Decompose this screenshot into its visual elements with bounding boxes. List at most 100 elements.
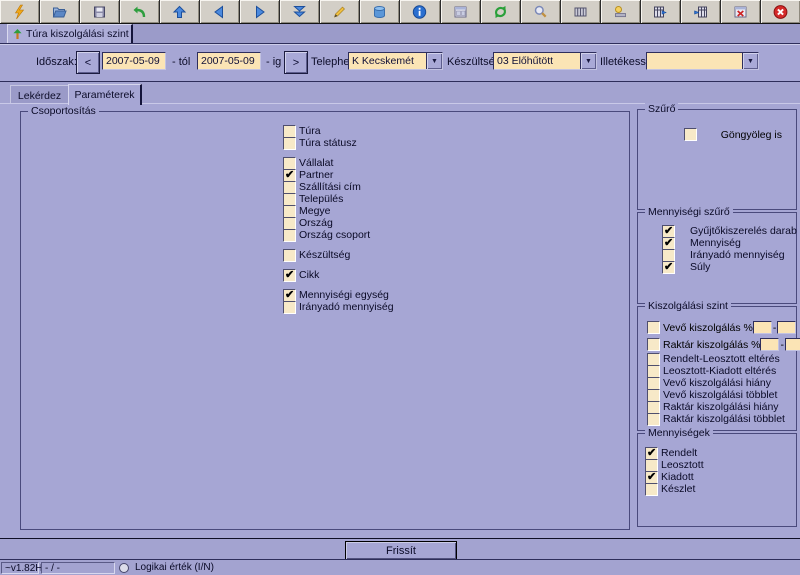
- date-from-input[interactable]: [102, 52, 166, 70]
- table-import-icon: [692, 4, 709, 20]
- refresh-icon: [492, 4, 509, 20]
- lamp-icon: [612, 4, 629, 20]
- form-window-icon: [452, 4, 469, 20]
- last-button[interactable]: [280, 0, 320, 23]
- edit-button[interactable]: [320, 0, 360, 23]
- grouping-row: Szállítási cím: [283, 181, 394, 193]
- checkbox[interactable]: [647, 321, 660, 334]
- checkbox-label: Vevő kiszolgálási többlet: [663, 389, 777, 401]
- site-combobox[interactable]: K Kecskemét ▼: [348, 52, 443, 70]
- save-button[interactable]: [80, 0, 120, 23]
- checkbox-label: Súly: [690, 261, 710, 273]
- exit-icon: [772, 4, 789, 20]
- double-down-arrow-icon: [291, 4, 308, 20]
- table-export-button[interactable]: [641, 0, 681, 23]
- grouping-checkbox-list: Túra Túra státusz Vállalat Partner Száll…: [283, 125, 394, 313]
- period-prev-button[interactable]: <: [76, 51, 100, 74]
- grouping-row: Megye: [283, 205, 394, 217]
- database-button[interactable]: [360, 0, 400, 23]
- service-level-list: Rendelt-Leosztott eltérés Leosztott-Kiad…: [647, 353, 792, 425]
- checkbox-label: Irányadó mennyiség: [299, 301, 394, 313]
- status-hint: Logikai érték (I/N): [135, 562, 214, 573]
- chevron-down-icon[interactable]: ▼: [580, 53, 596, 69]
- grouping-groupbox: Csoportosítás Túra Túra státusz Vállalat…: [20, 111, 630, 530]
- range-from-input[interactable]: [760, 338, 779, 351]
- grouping-row: Partner: [283, 169, 394, 181]
- grouping-row: Vállalat: [283, 157, 394, 169]
- checkbox[interactable]: [283, 249, 296, 262]
- quantities-row: Kiadott: [645, 471, 704, 483]
- checkbox-label: Leosztott-Kiadott eltérés: [663, 365, 776, 377]
- search-icon: [532, 4, 549, 20]
- grouping-row: Készültség: [283, 249, 394, 261]
- service-level-groupbox: Kiszolgálási szint Vevő kiszolgálás % -: [637, 306, 797, 431]
- window-tab-label: Túra kiszolgálási szint: [26, 28, 129, 40]
- competence-combobox[interactable]: ▼: [646, 52, 759, 70]
- open-folder-icon: [51, 4, 68, 20]
- checkbox[interactable]: [283, 269, 296, 282]
- readiness-combobox[interactable]: 03 Előhűtött ▼: [493, 52, 597, 70]
- checkbox[interactable]: [647, 413, 660, 426]
- range-to-input[interactable]: [785, 338, 800, 351]
- tab-parameters[interactable]: Paraméterek: [68, 84, 142, 105]
- service-level-range-row: Raktár kiszolgálás % -: [647, 336, 792, 353]
- service-level-range-list: Vevő kiszolgálás % - Raktár kiszolgálás …: [647, 319, 792, 353]
- table-import-button[interactable]: [681, 0, 721, 23]
- search-button[interactable]: [521, 0, 561, 23]
- exit-button[interactable]: [761, 0, 800, 23]
- period-label: Időszak:: [36, 56, 77, 68]
- undo-button[interactable]: [120, 0, 160, 23]
- save-icon: [91, 4, 108, 20]
- logic-radio-icon[interactable]: [119, 563, 129, 573]
- refresh-button[interactable]: [481, 0, 521, 23]
- range-to-input[interactable]: [777, 321, 796, 334]
- checkbox-label: Göngyöleg is: [721, 129, 782, 141]
- checkbox-label: Raktár kiszolgálás %: [663, 339, 760, 351]
- checkbox[interactable]: [283, 229, 296, 242]
- lightning-button[interactable]: [0, 0, 40, 23]
- chevron-down-icon[interactable]: ▼: [426, 53, 442, 69]
- checkbox[interactable]: [647, 338, 660, 351]
- grouping-title: Csoportosítás: [28, 105, 99, 117]
- checkbox-label: Készlet: [661, 483, 695, 495]
- tab-query[interactable]: Lekérdez: [10, 85, 69, 105]
- range-status: - / -: [41, 562, 115, 574]
- quantity-filter-list: Gyűjtőkiszerelés darab Mennyiség Irányad…: [662, 225, 797, 273]
- close-window-button[interactable]: [721, 0, 761, 23]
- checkbox[interactable]: [684, 128, 697, 141]
- filter-groupbox: Szűrő Göngyöleg is: [637, 109, 797, 210]
- prev-button[interactable]: [200, 0, 240, 23]
- info-button[interactable]: [400, 0, 440, 23]
- checkbox-label: Mennyiség: [690, 237, 741, 249]
- open-button[interactable]: [40, 0, 80, 23]
- chevron-down-icon[interactable]: ▼: [742, 53, 758, 69]
- checkbox[interactable]: [645, 483, 658, 496]
- quantity-filter-row: Mennyiség: [662, 237, 797, 249]
- window-tab[interactable]: Túra kiszolgálási szint: [7, 24, 133, 43]
- range-from-input[interactable]: [753, 321, 772, 334]
- grid-button[interactable]: [561, 0, 601, 23]
- grouping-row: Ország: [283, 217, 394, 229]
- service-level-title: Kiszolgálási szint: [645, 300, 731, 312]
- next-button[interactable]: [240, 0, 280, 23]
- lamp-button[interactable]: [601, 0, 641, 23]
- grouping-row: Irányadó mennyiség: [283, 301, 394, 313]
- up-arrow-icon: [171, 4, 188, 20]
- checkbox-label: Vevő kiszolgálási hiány: [663, 377, 771, 389]
- period-next-button[interactable]: >: [284, 51, 308, 74]
- first-button[interactable]: [160, 0, 200, 23]
- button-bar: Frissít: [0, 538, 800, 559]
- refresh-data-button[interactable]: Frissít: [345, 541, 457, 560]
- checkbox[interactable]: [283, 301, 296, 314]
- service-level-row: Rendelt-Leosztott eltérés: [647, 353, 792, 365]
- checkbox[interactable]: [283, 137, 296, 150]
- form-button[interactable]: [441, 0, 481, 23]
- checkbox-label: Cikk: [299, 269, 319, 281]
- checkbox[interactable]: [662, 261, 675, 274]
- edit-pencil-icon: [331, 4, 348, 20]
- grouping-row: Cikk: [283, 269, 394, 281]
- checkbox-label: Megye: [299, 205, 331, 217]
- lightning-icon: [11, 4, 28, 20]
- checkbox-label: Gyűjtőkiszerelés darab: [690, 225, 797, 237]
- date-to-input[interactable]: [197, 52, 261, 70]
